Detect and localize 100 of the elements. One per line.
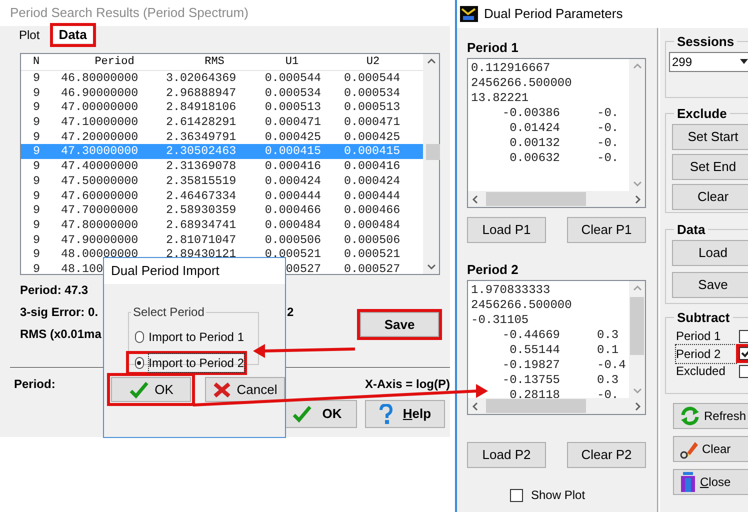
table-cell: 9 [33,130,40,144]
scrollbar-thumb[interactable] [486,399,586,413]
dropdown-value: 299 [671,54,692,70]
text-box[interactable]: 0.112916667 2456266.500000 13.82221 -0.00386 -0. 0.01424 -0. 0.00132 -0. 0.00632 -0. [467,58,646,208]
checkbox[interactable] [739,347,748,360]
table-cell: 2.35815519 [166,174,236,188]
text-line: -0.00386 [501,106,560,121]
scrollbar-thumb[interactable] [630,297,644,355]
table-cell: 0.000527 [344,262,400,274]
checkbox[interactable] [739,330,748,343]
table-cell: 47.90000000 [61,232,138,247]
table-cell: 0.000471 [264,115,321,130]
table-cell: 0.000415 [344,144,400,158]
text-line: -0.31105 [471,313,529,328]
checkbox[interactable] [510,488,523,502]
table-cell: 0.000424 [344,174,400,188]
table-cell: 2.81071047 [166,232,236,247]
text-line: -0.44669 [501,328,560,343]
scrollbar-thumb[interactable] [426,144,440,160]
help-button[interactable]: Help [365,400,445,428]
table-cell: 9 [33,203,40,218]
button[interactable]: Load P1 [467,217,546,243]
group-label: Subtract [676,309,731,327]
table-cell: 0.000425 [264,130,321,144]
checkbox[interactable] [739,364,748,378]
radio-option[interactable]: Import to Period 1 [135,328,244,346]
summary-text: 2 [287,305,294,319]
door-icon [679,471,697,493]
clear-button[interactable]: Clear [673,436,748,462]
text-line: -0. [597,136,619,151]
button[interactable]: Set Start [672,124,748,150]
table-cell: 0.000425 [344,130,400,144]
save-button[interactable]: Save [360,312,439,337]
eraser-icon [679,439,699,459]
summary-text: Period: 47.3 [20,283,88,297]
dropdown[interactable]: 299 [669,52,748,72]
summary-text: RMS (x0.01ma [20,327,102,341]
cancel-button[interactable]: Cancel [205,377,285,402]
button[interactable]: Save [672,272,748,298]
scrollbar-thumb[interactable] [486,192,586,206]
scrollbar[interactable] [629,59,645,191]
column-header[interactable]: U1 [263,54,321,70]
refresh-button[interactable]: Refresh [673,403,748,429]
table-cell: 48.100 [61,262,104,274]
table-cell: 2.89430121 [166,247,236,262]
checkbox-option[interactable]: Show Plot [510,486,647,504]
button[interactable]: Clear [672,184,748,210]
text-line: 0.1 [597,343,619,358]
text-line: -0. [597,106,619,121]
field-label: Period: [14,376,56,393]
table-cell: 0.000534 [344,86,400,100]
table-cell: 2.31369078 [166,159,236,174]
button[interactable]: Load [672,240,748,266]
text-box[interactable]: 1.970833333 2456266.500000 -0.31105 -0.44669 0.3 0.55144 0.1 -0.19827 -0.4 -0.13755 0.3 0.28118 -0. [467,280,646,415]
table-cell: 47.50000000 [61,174,138,188]
ok-button[interactable]: OK [111,377,191,402]
scrollbar[interactable] [468,398,645,414]
button[interactable]: Load P2 [467,442,546,468]
table-cell: 9 [33,188,40,202]
column-header[interactable]: Period [63,54,166,70]
table-cell: 9 [33,71,40,85]
button[interactable]: Set End [672,154,748,180]
text-line: -0. [597,388,619,398]
button[interactable]: Clear P2 [567,442,646,468]
tab[interactable]: Data [52,26,93,43]
table-cell: 9 [33,218,40,232]
radio-button[interactable] [135,357,144,369]
table-cell: 9 [33,247,40,262]
text-line: 0.3 [597,328,619,343]
button[interactable]: Clear P1 [567,217,646,243]
table-cell: 9 [33,100,40,114]
table-cell: 0.000506 [344,232,400,247]
table-cell: 47.30000000 [61,144,138,158]
radio-button[interactable] [135,331,144,343]
text-line: -0. [597,151,619,166]
table-cell: 47.70000000 [61,203,138,218]
table-cell: 46.90000000 [61,86,138,100]
group-label: Exclude [676,105,728,123]
column-header[interactable]: U2 [321,54,402,70]
scrollbar[interactable] [423,54,439,274]
table-cell: 47.80000000 [61,218,138,232]
table-cell: 0.000534 [264,86,321,100]
scrollbar[interactable] [629,281,645,398]
table-cell: 0.000444 [264,188,321,202]
table-cell: 9 [33,115,40,130]
section-label: Period 1 [467,40,520,56]
text-line: 0.3 [597,373,619,388]
window-title: Period Search Results (Period Spectrum) [10,4,248,22]
table-cell: 0.000416 [344,159,400,174]
table-cell: 2.96888947 [166,86,236,100]
scrollbar[interactable] [468,191,645,207]
radio-option[interactable]: Import to Period 2 [135,354,244,372]
column-header[interactable]: RMS [166,54,263,70]
table-cell: 47.40000000 [61,159,138,174]
table-cell: 2.30502463 [166,144,236,158]
close-button[interactable]: Close [673,469,748,495]
table-cell: 0.000521 [264,247,321,262]
table-cell: 0.000466 [264,203,321,218]
column-header[interactable]: N [33,54,63,70]
text-line: 0.28118 [508,388,560,398]
